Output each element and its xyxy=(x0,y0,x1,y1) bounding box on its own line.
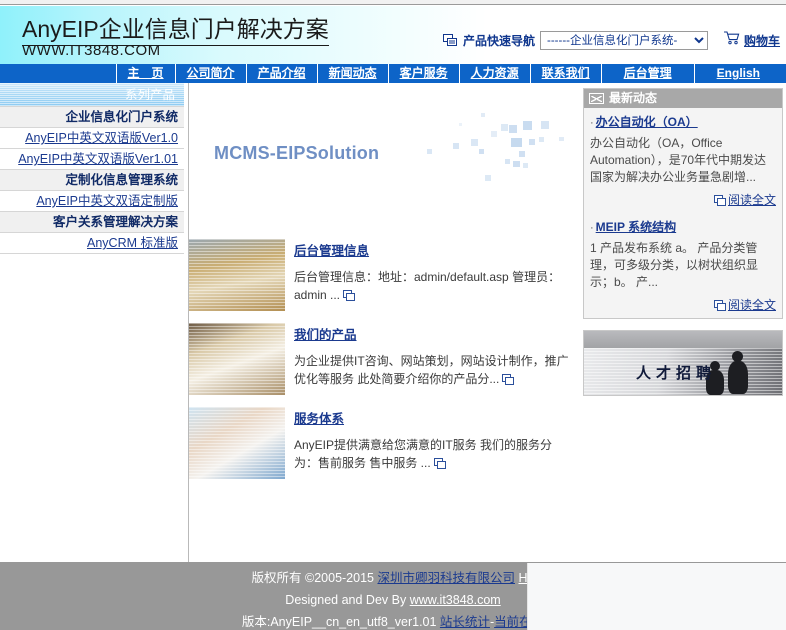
article-summary: 后台管理信息：地址：admin/default.asp 管理员：admin ..… xyxy=(294,270,561,302)
shopping-cart-icon xyxy=(723,31,740,50)
nav-item-contact[interactable]: 联系我们 xyxy=(531,64,602,83)
sidebar-item-anyeip-custom[interactable]: AnyEIP中英文双语定制版 xyxy=(0,191,184,212)
news-title-row: · MEIP 系统结构 xyxy=(590,218,776,236)
news-panel-title: 最新动态 xyxy=(609,91,658,105)
article-thumbnail xyxy=(189,239,285,311)
hero-banner-title: MCMS-EIPSolution xyxy=(214,143,380,163)
banner-dot-cluster xyxy=(419,101,579,216)
news-read-more-link[interactable]: 阅读全文 xyxy=(728,193,776,207)
sidebar-item-anyeip-v10[interactable]: AnyEIP中英文双语版Ver1.0 xyxy=(0,128,184,149)
sidebar-category-custom: 定制化信息管理系统 xyxy=(0,170,184,191)
sidebar-title: 系列产品 xyxy=(0,83,184,107)
quick-nav-group: 产品快速导航 ------企业信息化门户系统- ------定制化信息管理系统-… xyxy=(443,31,780,50)
cart-group[interactable]: 购物车 xyxy=(723,31,780,50)
nav-item-admin[interactable]: 后台管理 xyxy=(602,64,695,83)
sidebar-link[interactable]: AnyEIP中英文双语定制版 xyxy=(36,194,178,208)
footer-dev-link[interactable]: www.it3848.com xyxy=(410,593,501,607)
news-item[interactable]: · MEIP 系统结构 1 产品发布系统 a。 产品分类管理，可多级分类，以树状组… xyxy=(584,213,782,318)
news-summary: 办公自动化（OA，Office Automation），是70年代中期发达国家为… xyxy=(590,136,767,184)
copy-icon xyxy=(433,458,446,469)
product-quick-nav-select[interactable]: ------企业信息化门户系统- ------定制化信息管理系统- ------… xyxy=(540,31,709,50)
nav-item-hr[interactable]: 人力资源 xyxy=(460,64,531,83)
news-panel-header: 最新动态 xyxy=(584,89,782,108)
nav-item-home[interactable]: 主 页 xyxy=(115,64,176,83)
sidebar-link[interactable]: AnyEIP中英文双语版Ver1.01 xyxy=(18,152,178,166)
nav-item-service[interactable]: 客户服务 xyxy=(389,64,460,83)
article-thumbnail xyxy=(189,407,285,479)
product-sidebar: 系列产品 企业信息化门户系统 AnyEIP中英文双语版Ver1.0 AnyEIP… xyxy=(0,83,184,554)
sidebar-link[interactable]: AnyCRM 标准版 xyxy=(87,236,178,250)
article-summary: 为企业提供IT咨询、网站策划，网站设计制作，推广优化等服务 此处简要介绍你的产品… xyxy=(294,354,569,386)
article-summary: AnyEIP提供满意给您满意的IT服务 我们的服务分为：售前服务 售中服务 ..… xyxy=(294,438,553,470)
sidebar-filler xyxy=(0,254,184,554)
browser-top-strip xyxy=(0,0,786,5)
recruitment-banner[interactable]: 人才招聘 xyxy=(583,330,783,396)
sidebar-category-crm: 客户关系管理解决方案 xyxy=(0,212,184,233)
article-item[interactable]: 我们的产品 为企业提供IT咨询、网站策划，网站设计制作，推广优化等服务 此处简要… xyxy=(189,317,581,401)
news-panel: 最新动态 · 办公自动化（OA） 办公自动化（OA，Office Automati… xyxy=(583,88,783,319)
nav-item-products[interactable]: 产品介绍 xyxy=(247,64,318,83)
news-read-more-row[interactable]: 阅读全文 xyxy=(590,296,776,316)
footer-company-link[interactable]: 深圳市卿羽科技有限公司 xyxy=(377,571,515,585)
main-content: MCMS-EIPSolution 后台管理信息 后台管理信息：地址：admin/… xyxy=(189,83,581,485)
news-title[interactable]: MEIP 系统结构 xyxy=(596,220,676,234)
hero-banner: MCMS-EIPSolution xyxy=(189,83,581,233)
footer-stats-link[interactable]: 站长统计 xyxy=(440,615,490,629)
news-title[interactable]: 办公自动化（OA） xyxy=(596,115,698,129)
cart-link[interactable]: 购物车 xyxy=(744,32,780,49)
bottom-right-overlay-panel xyxy=(527,563,786,630)
sidebar-item-anycrm-std[interactable]: AnyCRM 标准版 xyxy=(0,233,184,254)
news-summary: 1 产品发布系统 a。 产品分类管理，可多级分类，以树状组织显示；b。 产... xyxy=(590,241,759,289)
nav-item-english[interactable]: English xyxy=(695,64,786,83)
copy-icon xyxy=(713,195,726,206)
article-item[interactable]: 后台管理信息 后台管理信息：地址：admin/default.asp 管理员：a… xyxy=(189,233,581,317)
sidebar-content-divider xyxy=(188,83,189,562)
site-title: AnyEIP企业信息门户解决方案 xyxy=(22,10,329,46)
sidebar-item-anyeip-v101[interactable]: AnyEIP中英文双语版Ver1.01 xyxy=(0,149,184,170)
recruitment-banner-text: 人才招聘 xyxy=(636,365,717,382)
article-title[interactable]: 后台管理信息 xyxy=(294,240,369,259)
article-title[interactable]: 服务体系 xyxy=(294,408,344,427)
copy-icon xyxy=(343,290,356,301)
page-body: 系列产品 企业信息化门户系统 AnyEIP中英文双语版Ver1.0 AnyEIP… xyxy=(0,83,786,562)
news-title-row: · 办公自动化（OA） xyxy=(590,113,776,131)
recruitment-banner-image: 人才招聘 xyxy=(584,348,782,395)
right-column: 最新动态 · 办公自动化（OA） 办公自动化（OA，Office Automati… xyxy=(583,88,783,396)
sidebar-category-eip: 企业信息化门户系统 xyxy=(0,107,184,128)
product-nav-icon xyxy=(443,34,458,47)
article-title[interactable]: 我们的产品 xyxy=(294,324,357,343)
sidebar-link[interactable]: AnyEIP中英文双语版Ver1.0 xyxy=(25,131,178,145)
bullet-icon: · xyxy=(590,222,594,234)
nav-item-news[interactable]: 新闻动态 xyxy=(318,64,389,83)
bullet-icon: · xyxy=(590,117,594,129)
news-read-more-row[interactable]: 阅读全文 xyxy=(590,191,776,211)
copy-icon xyxy=(713,300,726,311)
main-navigation: 主 页 公司简介 产品介绍 新闻动态 客户服务 人力资源 联系我们 后台管理 E… xyxy=(0,64,786,83)
site-url: WWW.IT3848.COM xyxy=(22,42,161,59)
nav-item-about[interactable]: 公司简介 xyxy=(176,64,247,83)
article-item[interactable]: 服务体系 AnyEIP提供满意给您满意的IT服务 我们的服务分为：售前服务 售中… xyxy=(189,401,581,485)
copy-icon xyxy=(502,374,515,385)
recruitment-banner-top xyxy=(584,331,782,348)
chart-icon xyxy=(589,93,604,104)
site-header: AnyEIP企业信息门户解决方案 WWW.IT3848.COM 产品快速导航 -… xyxy=(0,6,786,64)
news-item[interactable]: · 办公自动化（OA） 办公自动化（OA，Office Automation），是… xyxy=(584,108,782,213)
news-read-more-link[interactable]: 阅读全文 xyxy=(728,298,776,312)
quick-nav-label: 产品快速导航 xyxy=(463,34,536,48)
article-thumbnail xyxy=(189,323,285,395)
page-root: AnyEIP企业信息门户解决方案 WWW.IT3848.COM 产品快速导航 -… xyxy=(0,0,786,630)
